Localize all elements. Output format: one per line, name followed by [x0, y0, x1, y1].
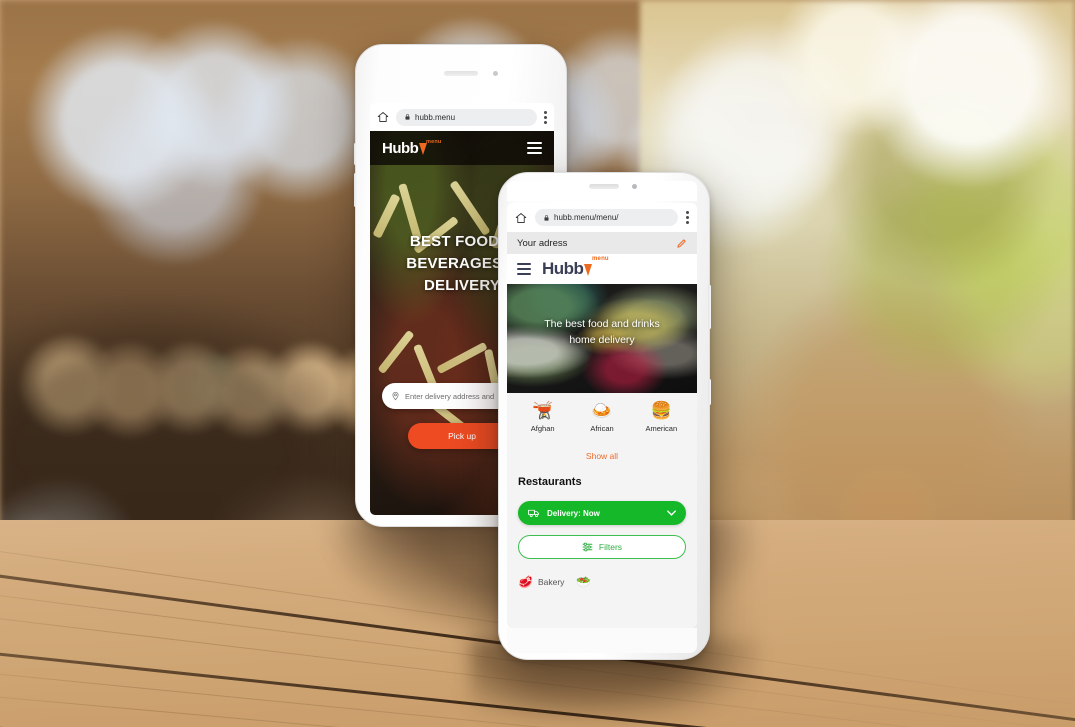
assistant-button[interactable]	[708, 379, 711, 405]
food-photo-detail	[449, 180, 491, 236]
front-camera	[632, 184, 637, 189]
back-app-header: Hubb menu	[370, 131, 554, 165]
delivery-truck-icon	[528, 509, 540, 518]
bakery-icon: 🥩	[518, 575, 533, 589]
photo-scene: hubb.menu Hubb menu BEST FOOD A BEVERAGE…	[0, 0, 1075, 727]
show-all-link[interactable]: Show all	[507, 451, 697, 461]
food-photo-detail	[377, 329, 415, 375]
afghan-dish-icon: 🫕	[532, 401, 554, 420]
home-icon[interactable]	[515, 212, 527, 224]
power-button[interactable]	[708, 285, 711, 329]
kebab-menu-icon[interactable]	[544, 110, 547, 124]
front-url-bar[interactable]: hubb.menu/menu/	[535, 209, 678, 226]
front-brand-name: Hubb	[542, 259, 584, 278]
back-url-bar[interactable]: hubb.menu	[396, 108, 537, 126]
restaurants-heading: Restaurants	[518, 476, 582, 488]
front-hero-line-1: The best food and drinks	[544, 318, 660, 330]
cuisine-item-afghan[interactable]: 🫕 Afghan	[515, 401, 571, 433]
hamburger-menu-icon[interactable]	[517, 263, 531, 275]
african-dish-icon: 🍛	[591, 401, 613, 420]
list-item-label: Bakery	[537, 577, 565, 587]
pick-up-label: Pick up	[448, 431, 476, 441]
front-hero-text: The best food and drinks home delivery	[507, 316, 697, 349]
back-browser-toolbar: hubb.menu	[370, 103, 554, 131]
front-app-header: Hubb menu	[507, 254, 697, 284]
front-brand-logo[interactable]: Hubb menu	[542, 256, 609, 279]
front-brand-superscript: menu	[592, 256, 609, 262]
back-url-text: hubb.menu	[415, 112, 456, 122]
sliders-icon	[582, 542, 593, 552]
american-burger-icon: 🍔	[650, 401, 672, 420]
back-brand-superscript: menu	[426, 138, 442, 145]
front-hero-line-2: home delivery	[569, 334, 635, 347]
volume-down-button[interactable]	[354, 173, 357, 207]
lock-icon	[544, 214, 549, 221]
your-address-bar[interactable]: Your adress	[507, 232, 697, 254]
location-pin-icon	[392, 391, 399, 401]
front-phone-bottom-bezel	[507, 628, 697, 653]
delivery-time-label: Delivery: Now	[547, 508, 600, 518]
front-phone-screen: hubb.menu/menu/ Your adress Hubb menu Th…	[507, 203, 697, 628]
restaurant-category-peek-row: 🥩 Bakery 🥗	[507, 569, 697, 628]
front-phone-device: hubb.menu/menu/ Your adress Hubb menu Th…	[498, 172, 711, 660]
cuisine-item-african[interactable]: 🍛 African	[574, 401, 630, 433]
cuisine-label: American	[645, 424, 678, 433]
cuisine-label: African	[590, 424, 614, 433]
filters-button[interactable]: Filters	[518, 535, 686, 559]
delivery-time-selector[interactable]: Delivery: Now	[518, 501, 686, 525]
earpiece-speaker	[444, 71, 478, 76]
front-camera	[493, 71, 498, 76]
salad-icon: 🥗	[576, 575, 592, 589]
volume-up-button[interactable]	[354, 143, 357, 165]
filters-label: Filters	[598, 542, 623, 552]
pencil-edit-icon[interactable]	[676, 238, 687, 249]
back-brand-name: Hubb	[382, 139, 419, 157]
cuisine-label: Afghan	[530, 424, 555, 433]
list-item[interactable]: 🥗	[576, 575, 596, 589]
carrot-icon	[584, 264, 593, 276]
cuisine-category-row: 🫕 Afghan 🍛 African 🍔 American	[507, 393, 697, 450]
earpiece-speaker	[589, 184, 619, 189]
list-item[interactable]: 🥩 Bakery	[518, 575, 564, 589]
front-hero-banner: The best food and drinks home delivery	[507, 284, 697, 393]
back-brand-logo[interactable]: Hubb menu	[382, 139, 441, 157]
home-icon[interactable]	[377, 111, 389, 123]
hamburger-menu-icon[interactable]	[527, 142, 542, 154]
lock-icon	[405, 114, 410, 120]
delivery-address-placeholder: Enter delivery address and	[405, 391, 495, 401]
front-browser-toolbar: hubb.menu/menu/	[507, 203, 697, 232]
your-address-label: Your adress	[517, 237, 568, 249]
kebab-menu-icon[interactable]	[686, 211, 689, 224]
front-url-text: hubb.menu/menu/	[554, 213, 619, 222]
chevron-down-icon	[667, 510, 676, 516]
food-photo-detail	[436, 341, 488, 375]
cuisine-item-american[interactable]: 🍔 American	[633, 401, 689, 433]
